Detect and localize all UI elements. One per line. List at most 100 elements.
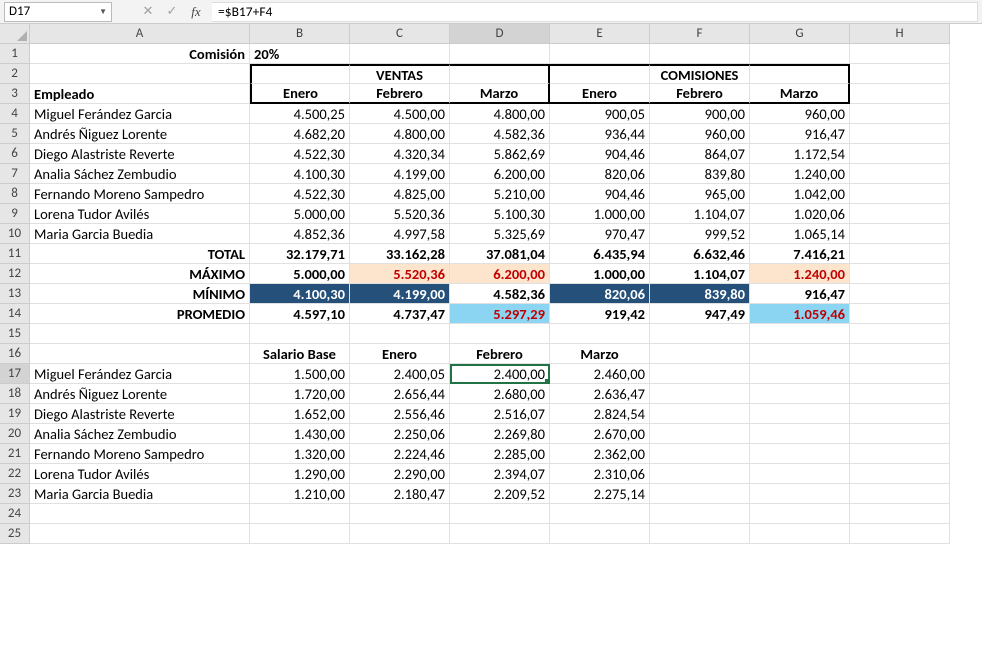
cell-G23[interactable] [750,484,850,504]
cell-G16[interactable] [750,344,850,364]
cell-C21[interactable]: 2.224,46 [350,444,450,464]
cell-H14[interactable] [850,304,950,324]
row-header-18[interactable]: 18 [0,384,30,404]
cell-B9[interactable]: 5.000,00 [250,204,350,224]
cell-E1[interactable] [550,44,650,64]
cell-G25[interactable] [750,524,850,544]
cell-F19[interactable] [650,404,750,424]
cell-C20[interactable]: 2.250,06 [350,424,450,444]
cell-F20[interactable] [650,424,750,444]
cell-F11[interactable]: 6.632,46 [650,244,750,264]
cell-G18[interactable] [750,384,850,404]
cell-A4[interactable]: Miguel Ferández Garcia [30,104,250,124]
cell-C17[interactable]: 2.400,05 [350,364,450,384]
cell-H22[interactable] [850,464,950,484]
cell-A23[interactable]: Maria Garcia Buedia [30,484,250,504]
cell-B23[interactable]: 1.210,00 [250,484,350,504]
cell-B17[interactable]: 1.500,00 [250,364,350,384]
cell-G2[interactable] [750,64,850,84]
cell-G8[interactable]: 1.042,00 [750,184,850,204]
cell-C24[interactable] [350,504,450,524]
cell-B8[interactable]: 4.522,30 [250,184,350,204]
row-header-25[interactable]: 25 [0,524,30,544]
cell-F1[interactable] [650,44,750,64]
cell-D18[interactable]: 2.680,00 [450,384,550,404]
fx-icon[interactable]: fx [184,2,208,22]
cell-H8[interactable] [850,184,950,204]
cell-E18[interactable]: 2.636,47 [550,384,650,404]
cell-E15[interactable] [550,324,650,344]
cell-D1[interactable] [450,44,550,64]
cell-E5[interactable]: 936,44 [550,124,650,144]
cell-C13[interactable]: 4.199,00 [350,284,450,304]
row-header-17[interactable]: 17 [0,364,30,384]
cell-D10[interactable]: 5.325,69 [450,224,550,244]
cell-H11[interactable] [850,244,950,264]
cell-C22[interactable]: 2.290,00 [350,464,450,484]
name-box[interactable]: D17 ▼ [4,2,112,22]
cell-D24[interactable] [450,504,550,524]
cell-B10[interactable]: 4.852,36 [250,224,350,244]
cell-H25[interactable] [850,524,950,544]
cell-C14[interactable]: 4.737,47 [350,304,450,324]
cell-C10[interactable]: 4.997,58 [350,224,450,244]
cell-B19[interactable]: 1.652,00 [250,404,350,424]
row-header-16[interactable]: 16 [0,344,30,364]
cell-D13[interactable]: 4.582,36 [450,284,550,304]
row-header-3[interactable]: 3 [0,84,30,104]
row-header-9[interactable]: 9 [0,204,30,224]
cell-B2[interactable] [250,64,350,84]
cell-E23[interactable]: 2.275,14 [550,484,650,504]
cell-B22[interactable]: 1.290,00 [250,464,350,484]
cell-C15[interactable] [350,324,450,344]
cell-H20[interactable] [850,424,950,444]
cell-B16[interactable]: Salario Base [250,344,350,364]
cell-B13[interactable]: 4.100,30 [250,284,350,304]
cell-D4[interactable]: 4.800,00 [450,104,550,124]
row-header-24[interactable]: 24 [0,504,30,524]
cell-E24[interactable] [550,504,650,524]
cell-G24[interactable] [750,504,850,524]
cell-E12[interactable]: 1.000,00 [550,264,650,284]
cell-A19[interactable]: Diego Alastriste Reverte [30,404,250,424]
cell-H5[interactable] [850,124,950,144]
cell-F17[interactable] [650,364,750,384]
cell-E6[interactable]: 904,46 [550,144,650,164]
cell-D7[interactable]: 6.200,00 [450,164,550,184]
cell-C16[interactable]: Enero [350,344,450,364]
cell-D22[interactable]: 2.394,07 [450,464,550,484]
cell-B6[interactable]: 4.522,30 [250,144,350,164]
cell-E21[interactable]: 2.362,00 [550,444,650,464]
cell-H13[interactable] [850,284,950,304]
chevron-down-icon[interactable]: ▼ [99,7,107,17]
cell-H18[interactable] [850,384,950,404]
cell-F12[interactable]: 1.104,07 [650,264,750,284]
cell-B20[interactable]: 1.430,00 [250,424,350,444]
column-header-H[interactable]: H [850,24,950,44]
cell-G11[interactable]: 7.416,21 [750,244,850,264]
cell-E11[interactable]: 6.435,94 [550,244,650,264]
column-header-G[interactable]: G [750,24,850,44]
cell-D11[interactable]: 37.081,04 [450,244,550,264]
cell-A6[interactable]: Diego Alastriste Reverte [30,144,250,164]
cell-D19[interactable]: 2.516,07 [450,404,550,424]
cell-F10[interactable]: 999,52 [650,224,750,244]
cell-H1[interactable] [850,44,950,64]
cell-H12[interactable] [850,264,950,284]
cell-F7[interactable]: 839,80 [650,164,750,184]
cell-F16[interactable] [650,344,750,364]
cell-F6[interactable]: 864,07 [650,144,750,164]
cell-F25[interactable] [650,524,750,544]
cell-F9[interactable]: 1.104,07 [650,204,750,224]
cell-A5[interactable]: Andrés Ñiguez Lorente [30,124,250,144]
cell-E2[interactable] [550,64,650,84]
cell-E13[interactable]: 820,06 [550,284,650,304]
cell-C12[interactable]: 5.520,36 [350,264,450,284]
cell-D25[interactable] [450,524,550,544]
cell-C9[interactable]: 5.520,36 [350,204,450,224]
cell-B18[interactable]: 1.720,00 [250,384,350,404]
cell-B4[interactable]: 4.500,25 [250,104,350,124]
row-header-14[interactable]: 14 [0,304,30,324]
cell-A9[interactable]: Lorena Tudor Avilés [30,204,250,224]
cell-A12[interactable]: MÁXIMO [30,264,250,284]
